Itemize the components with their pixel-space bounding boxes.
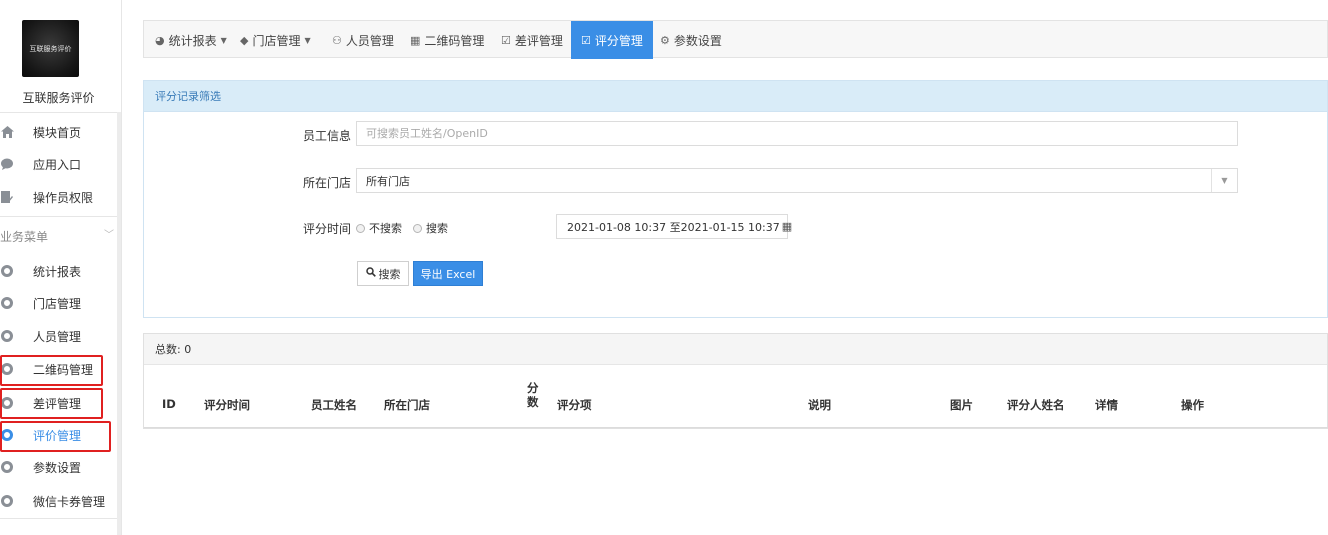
column-header-image: 图片 bbox=[950, 398, 973, 412]
radio-label: 搜索 bbox=[426, 222, 448, 235]
sidebar-item-label: 应用入口 bbox=[33, 157, 82, 172]
sidebar-item-label: 门店管理 bbox=[33, 296, 82, 311]
highlight-box bbox=[0, 388, 103, 419]
chevron-down-icon[interactable]: ﹀ bbox=[104, 226, 114, 241]
column-header-details: 详情 bbox=[1095, 398, 1118, 412]
radio-search[interactable]: 搜索 bbox=[413, 220, 448, 236]
table-header-divider bbox=[144, 427, 1328, 428]
employee-search-input[interactable] bbox=[366, 127, 1237, 140]
tab-label: 评分管理 bbox=[594, 33, 643, 48]
column-header-score-item: 评分项 bbox=[557, 398, 592, 412]
gear-icon bbox=[0, 296, 14, 310]
sidebar-divider bbox=[0, 112, 117, 113]
column-header-store: 所在门店 bbox=[384, 398, 430, 412]
module-logo: 互联服务评价 bbox=[22, 20, 79, 77]
tab-label: 人员管理 bbox=[345, 33, 394, 48]
tab-label: 参数设置 bbox=[673, 33, 722, 48]
column-header-description: 说明 bbox=[808, 398, 831, 412]
sidebar-item-label: 人员管理 bbox=[33, 329, 82, 344]
tab-label: 差评管理 bbox=[514, 33, 563, 48]
column-header-id: ID bbox=[162, 397, 176, 411]
qrcode-icon: ▦ bbox=[410, 33, 421, 47]
tab-negative-review-management[interactable]: ☑ 差评管理 bbox=[501, 21, 563, 59]
date-range-value: 2021-01-08 10:37 至2021-01-15 10:37 bbox=[567, 220, 780, 234]
tab-store-management[interactable]: ◆ 门店管理 ▼ bbox=[240, 21, 311, 59]
tag-icon: ◆ bbox=[240, 33, 249, 47]
tab-qrcode-management[interactable]: ▦ 二维码管理 bbox=[410, 21, 484, 59]
radio-circle[interactable] bbox=[413, 223, 422, 233]
highlight-box bbox=[0, 421, 111, 452]
tab-parameter-settings[interactable]: ⚙ 参数设置 bbox=[660, 21, 722, 59]
sidebar-item-statistics[interactable]: 统计报表 bbox=[0, 255, 117, 287]
sidebar-item-parameter-settings[interactable]: 参数设置 bbox=[0, 451, 117, 483]
top-navbar: ◕ 统计报表 ▼ ◆ 门店管理 ▼ ⚇ 人员管理 ▦ 二维码管理 ☑ 差评管理 … bbox=[143, 20, 1328, 59]
export-excel-button[interactable]: 导出 Excel bbox=[413, 261, 483, 286]
gear-icon bbox=[0, 460, 14, 474]
sidebar-item-operator-permissions[interactable]: 操作员权限 bbox=[0, 181, 117, 213]
sidebar-divider bbox=[0, 518, 117, 519]
document-pen-icon bbox=[0, 190, 14, 204]
results-panel: 总数: 0 ID 评分时间 员工姓名 所在门店 分数 评分项 说明 图片 评分人… bbox=[143, 333, 1328, 429]
sidebar-item-store-management[interactable]: 门店管理 bbox=[0, 287, 117, 319]
tab-statistics[interactable]: ◕ 统计报表 ▼ bbox=[155, 21, 227, 59]
sidebar-item-label: 操作员权限 bbox=[33, 190, 94, 205]
radio-label: 不搜索 bbox=[369, 222, 402, 235]
column-header-score-time: 评分时间 bbox=[204, 398, 250, 412]
tab-score-management[interactable]: ☑ 评分管理 bbox=[571, 21, 653, 59]
users-icon: ⚇ bbox=[332, 33, 342, 47]
tab-staff-management[interactable]: ⚇ 人员管理 bbox=[332, 21, 394, 59]
edit-icon: ☑ bbox=[581, 33, 591, 47]
filter-panel-title: 评分记录筛选 bbox=[144, 81, 1327, 112]
caret-down-icon: ▼ bbox=[304, 35, 311, 45]
sidebar-group-title[interactable]: 业务菜单 bbox=[0, 228, 48, 245]
sidebar-item-app-entry[interactable]: 应用入口 bbox=[0, 148, 117, 180]
sidebar-scrollbar[interactable] bbox=[117, 112, 121, 535]
edit-icon: ☑ bbox=[501, 33, 511, 47]
sidebar-item-staff-management[interactable]: 人员管理 bbox=[0, 320, 117, 352]
sidebar-item-module-home[interactable]: 模块首页 bbox=[0, 116, 117, 148]
chat-bubble-icon bbox=[0, 157, 14, 171]
column-header-score: 分数 bbox=[527, 381, 539, 409]
sidebar-item-label: 微信卡券管理 bbox=[33, 494, 106, 509]
caret-down-icon[interactable]: ▼ bbox=[1211, 169, 1237, 192]
store-select[interactable]: 所有门店 ▼ bbox=[356, 168, 1238, 193]
calendar-icon: ▦ bbox=[781, 220, 793, 233]
gear-icon bbox=[0, 264, 14, 278]
employee-search-field[interactable] bbox=[356, 121, 1238, 146]
module-name: 互联服务评价 bbox=[22, 91, 95, 105]
tab-label: 二维码管理 bbox=[424, 33, 485, 48]
gear-icon bbox=[0, 494, 14, 508]
sidebar-item-label: 统计报表 bbox=[33, 264, 82, 279]
radio-circle[interactable] bbox=[356, 223, 365, 233]
pie-chart-icon: ◕ bbox=[155, 33, 165, 47]
search-button[interactable]: 搜索 bbox=[357, 261, 409, 286]
sidebar-divider bbox=[0, 216, 117, 217]
sidebar: 互联服务评价 互联服务评价 模块首页 应用入口 操作员权限 业务菜单 ﹀ 统计报… bbox=[0, 0, 122, 535]
search-icon bbox=[365, 267, 376, 280]
filter-panel: 评分记录筛选 员工信息 所在门店 所有门店 ▼ 评分时间 不搜索 搜索 2021… bbox=[143, 80, 1328, 318]
column-header-actions: 操作 bbox=[1181, 398, 1204, 412]
search-button-label: 搜索 bbox=[378, 267, 401, 281]
highlight-box bbox=[0, 355, 103, 386]
employee-label: 员工信息 bbox=[303, 129, 352, 143]
date-range-picker[interactable]: 2021-01-08 10:37 至2021-01-15 10:37 ▦ bbox=[556, 214, 792, 239]
logo-text: 互联服务评价 bbox=[29, 44, 72, 53]
store-select-value: 所有门店 bbox=[366, 174, 410, 188]
radio-no-search[interactable]: 不搜索 bbox=[356, 220, 402, 236]
store-label: 所在门店 bbox=[303, 176, 352, 190]
tab-label: 门店管理 bbox=[252, 33, 301, 48]
sidebar-item-label: 模块首页 bbox=[33, 125, 82, 140]
column-header-employee-name: 员工姓名 bbox=[311, 398, 357, 412]
caret-down-icon: ▼ bbox=[220, 35, 227, 45]
home-icon bbox=[0, 125, 14, 139]
total-count: 总数: 0 bbox=[144, 334, 1327, 365]
gear-icon bbox=[0, 329, 14, 343]
cogs-icon: ⚙ bbox=[660, 33, 670, 47]
tab-label: 统计报表 bbox=[168, 33, 217, 48]
sidebar-item-label: 参数设置 bbox=[33, 460, 82, 475]
time-label: 评分时间 bbox=[303, 222, 352, 236]
column-header-reviewer-name: 评分人姓名 bbox=[1007, 398, 1065, 412]
sidebar-item-wechat-coupon-management[interactable]: 微信卡券管理 bbox=[0, 485, 117, 517]
